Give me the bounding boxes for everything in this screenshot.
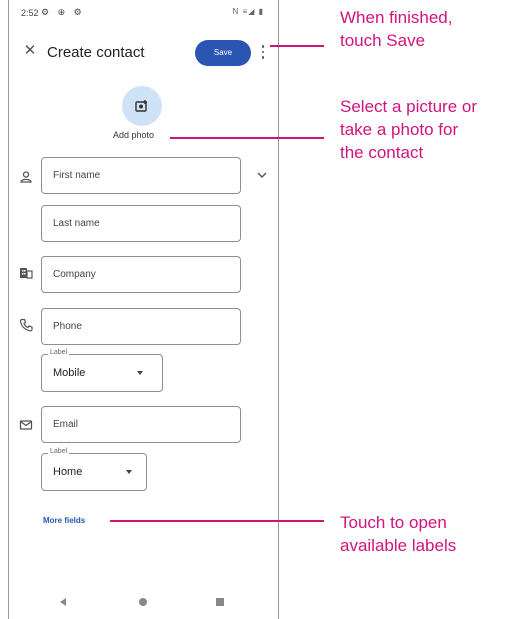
callout-save-line-1: When finished,: [340, 8, 453, 27]
callout-line-more-fields: [110, 520, 324, 522]
add-photo-icon: [135, 100, 147, 112]
callout-line-photo: [170, 137, 324, 139]
callout-line-save: [270, 45, 324, 47]
phone-field[interactable]: Phone: [41, 308, 241, 345]
page-title: Create contact: [47, 44, 145, 61]
dropdown-caret-icon: [126, 470, 132, 474]
last-name-field[interactable]: Last name: [41, 205, 241, 242]
phone-label-select[interactable]: Label Mobile: [41, 349, 163, 392]
phone-label-value: Mobile: [53, 367, 86, 379]
callout-more-fields-line-2: available labels: [340, 536, 457, 555]
callout-photo-line-3: the contact: [340, 143, 424, 162]
phone-icon: [19, 318, 33, 332]
app-bar: ✕ Create contact Save: [9, 34, 278, 70]
status-time: 2:52: [21, 8, 39, 18]
add-photo-label[interactable]: Add photo: [113, 130, 154, 140]
dropdown-caret-icon: [137, 371, 143, 375]
callout-photo-line-2: take a photo for: [340, 120, 459, 139]
first-name-field[interactable]: First name: [41, 157, 241, 194]
home-icon[interactable]: [139, 598, 147, 606]
back-icon[interactable]: [60, 598, 66, 606]
phone-label-legend: Label: [48, 349, 70, 356]
more-options-icon[interactable]: [257, 42, 269, 64]
callout-more-fields-line-1: Touch to open: [340, 513, 447, 532]
callout-more-fields: Touch to open available labels: [340, 511, 456, 557]
chevron-down-icon[interactable]: [255, 168, 269, 182]
recents-icon[interactable]: [216, 598, 224, 606]
person-icon: [20, 171, 32, 183]
company-icon: [20, 268, 33, 279]
callout-save-line-2: touch Save: [340, 31, 426, 50]
add-photo-button[interactable]: [122, 86, 162, 126]
close-icon[interactable]: ✕: [19, 40, 41, 62]
more-fields-link[interactable]: More fields: [43, 516, 85, 525]
email-label-value: Home: [53, 466, 83, 478]
callout-photo-line-1: Select a picture or: [340, 97, 478, 116]
company-field[interactable]: Company: [41, 256, 241, 293]
notification-icons: ⚙ ⊕ ⚙: [41, 7, 85, 17]
email-label-legend: Label: [48, 448, 70, 455]
callout-save: When finished, touch Save: [340, 6, 452, 52]
save-button[interactable]: Save: [195, 40, 251, 66]
email-label-select[interactable]: Label Home: [41, 448, 147, 491]
email-icon: [19, 420, 33, 430]
callout-photo: Select a picture or take a photo for the…: [340, 95, 477, 164]
phone-screen: 2:52 ⚙ ⊕ ⚙ N ≡◢ ▮ ✕ Create contact Save …: [8, 0, 279, 619]
system-status-icons: N ≡◢ ▮: [232, 7, 264, 16]
navigation-bar: [9, 596, 278, 612]
email-field[interactable]: Email: [41, 406, 241, 443]
status-bar: 2:52 ⚙ ⊕ ⚙ N ≡◢ ▮: [9, 0, 278, 24]
